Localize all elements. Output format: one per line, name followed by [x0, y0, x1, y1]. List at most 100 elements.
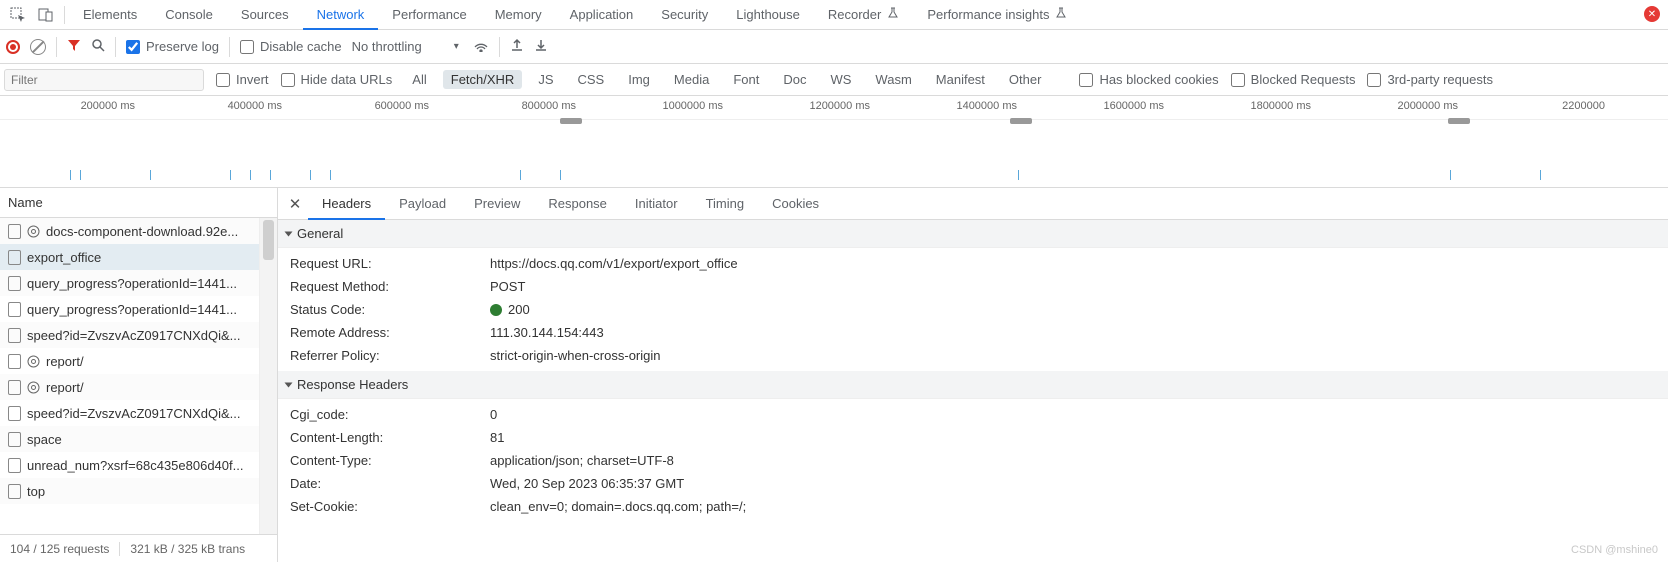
type-filter-img[interactable]: Img — [620, 70, 658, 89]
inspect-icon[interactable] — [4, 1, 32, 29]
timeline-mark — [560, 170, 561, 180]
search-icon[interactable] — [91, 38, 105, 55]
request-row[interactable]: report/ — [0, 374, 277, 400]
header-row: Cgi_code:0 — [278, 403, 1668, 426]
type-filter-ws[interactable]: WS — [822, 70, 859, 89]
request-name: query_progress?operationId=1441... — [27, 302, 237, 317]
disclosure-triangle-icon — [285, 231, 293, 236]
detail-tab-payload[interactable]: Payload — [385, 188, 460, 220]
gear-icon — [27, 355, 40, 368]
request-name: report/ — [46, 354, 84, 369]
timeline-handle[interactable] — [1448, 118, 1470, 124]
request-row[interactable]: space — [0, 426, 277, 452]
disable-cache-checkbox[interactable]: Disable cache — [240, 39, 342, 54]
timeline-handle[interactable] — [1010, 118, 1032, 124]
top-tab-elements[interactable]: Elements — [69, 0, 151, 30]
detail-tab-headers[interactable]: Headers — [308, 188, 385, 220]
timeline-tick: 2200000 — [1562, 100, 1605, 112]
top-tab-memory[interactable]: Memory — [481, 0, 556, 30]
gear-icon — [27, 381, 40, 394]
header-value: strict-origin-when-cross-origin — [490, 348, 661, 363]
header-key: Date: — [290, 476, 490, 491]
header-row: Set-Cookie:clean_env=0; domain=.docs.qq.… — [278, 495, 1668, 518]
timeline-mark — [1540, 170, 1541, 180]
filter-icon[interactable] — [67, 38, 81, 55]
invert-checkbox[interactable]: Invert — [216, 72, 269, 87]
request-name: query_progress?operationId=1441... — [27, 276, 237, 291]
top-tab-sources[interactable]: Sources — [227, 0, 303, 30]
close-detail-icon[interactable]: ✕ — [282, 195, 308, 213]
device-toggle-icon[interactable] — [32, 1, 60, 29]
request-row[interactable]: report/ — [0, 348, 277, 374]
blocked-requests-checkbox[interactable]: Blocked Requests — [1231, 72, 1356, 87]
request-row[interactable]: query_progress?operationId=1441... — [0, 270, 277, 296]
timeline-tick: 1000000 ms — [662, 100, 723, 112]
timeline-handle[interactable] — [560, 118, 582, 124]
request-row[interactable]: query_progress?operationId=1441... — [0, 296, 277, 322]
detail-tab-cookies[interactable]: Cookies — [758, 188, 833, 220]
general-section-header[interactable]: General — [278, 220, 1668, 248]
request-name: top — [27, 484, 45, 499]
download-icon[interactable] — [534, 38, 548, 55]
top-tab-network[interactable]: Network — [303, 0, 379, 30]
timeline-tick: 800000 ms — [522, 100, 576, 112]
request-row[interactable]: speed?id=ZvszvAcZ0917CNXdQi&... — [0, 322, 277, 348]
top-tab-performance-insights[interactable]: Performance insights — [913, 0, 1081, 30]
timeline-tick: 600000 ms — [375, 100, 429, 112]
file-icon — [8, 354, 21, 369]
upload-icon[interactable] — [510, 38, 524, 55]
close-devtools-icon[interactable]: ✕ — [1644, 6, 1660, 22]
type-filter-js[interactable]: JS — [530, 70, 561, 89]
type-filter-doc[interactable]: Doc — [775, 70, 814, 89]
third-party-checkbox[interactable]: 3rd-party requests — [1367, 72, 1493, 87]
top-tab-security[interactable]: Security — [647, 0, 722, 30]
top-tab-performance[interactable]: Performance — [378, 0, 480, 30]
timeline-tick: 1200000 ms — [809, 100, 870, 112]
type-filter-css[interactable]: CSS — [570, 70, 613, 89]
top-tab-application[interactable]: Application — [556, 0, 648, 30]
type-filter-all[interactable]: All — [404, 70, 434, 89]
request-row[interactable]: docs-component-download.92e... — [0, 218, 277, 244]
header-value: 111.30.144.154:443 — [490, 325, 604, 340]
timeline-mark — [80, 170, 81, 180]
detail-tab-timing[interactable]: Timing — [692, 188, 759, 220]
timeline-overview[interactable]: 200000 ms400000 ms600000 ms800000 ms1000… — [0, 96, 1668, 188]
timeline-mark — [1450, 170, 1451, 180]
type-filter-other[interactable]: Other — [1001, 70, 1050, 89]
request-row[interactable]: unread_num?xsrf=68c435e806d40f... — [0, 452, 277, 478]
type-filter-font[interactable]: Font — [725, 70, 767, 89]
header-value: Wed, 20 Sep 2023 06:35:37 GMT — [490, 476, 684, 491]
header-row: Referrer Policy:strict-origin-when-cross… — [278, 344, 1668, 367]
scrollbar[interactable] — [259, 218, 277, 534]
timeline-mark — [520, 170, 521, 180]
type-filter-manifest[interactable]: Manifest — [928, 70, 993, 89]
has-blocked-cookies-checkbox[interactable]: Has blocked cookies — [1079, 72, 1218, 87]
request-name: docs-component-download.92e... — [46, 224, 238, 239]
disclosure-triangle-icon — [285, 382, 293, 387]
request-row[interactable]: top — [0, 478, 277, 504]
type-filter-fetchxhr[interactable]: Fetch/XHR — [443, 70, 523, 89]
top-tab-recorder[interactable]: Recorder — [814, 0, 913, 30]
timeline-tick: 2000000 ms — [1397, 100, 1458, 112]
top-tab-console[interactable]: Console — [151, 0, 227, 30]
hide-data-urls-checkbox[interactable]: Hide data URLs — [281, 72, 393, 87]
filter-input[interactable] — [4, 69, 204, 91]
request-row[interactable]: export_office — [0, 244, 277, 270]
detail-tab-preview[interactable]: Preview — [460, 188, 534, 220]
response-headers-section-header[interactable]: Response Headers — [278, 371, 1668, 399]
top-tab-lighthouse[interactable]: Lighthouse — [722, 0, 814, 30]
clear-icon[interactable] — [30, 39, 46, 55]
file-icon — [8, 276, 21, 291]
type-filter-media[interactable]: Media — [666, 70, 717, 89]
request-row[interactable]: speed?id=ZvszvAcZ0917CNXdQi&... — [0, 400, 277, 426]
timeline-tick: 1400000 ms — [956, 100, 1017, 112]
header-row: Remote Address:111.30.144.154:443 — [278, 321, 1668, 344]
detail-tab-initiator[interactable]: Initiator — [621, 188, 692, 220]
network-conditions-icon[interactable] — [473, 38, 489, 55]
preserve-log-checkbox[interactable]: Preserve log — [126, 39, 219, 54]
type-filter-wasm[interactable]: Wasm — [867, 70, 919, 89]
throttling-select[interactable]: No throttling▾ — [352, 39, 463, 54]
detail-tab-response[interactable]: Response — [534, 188, 621, 220]
record-icon[interactable] — [6, 40, 20, 54]
name-column-header[interactable]: Name — [0, 188, 277, 218]
